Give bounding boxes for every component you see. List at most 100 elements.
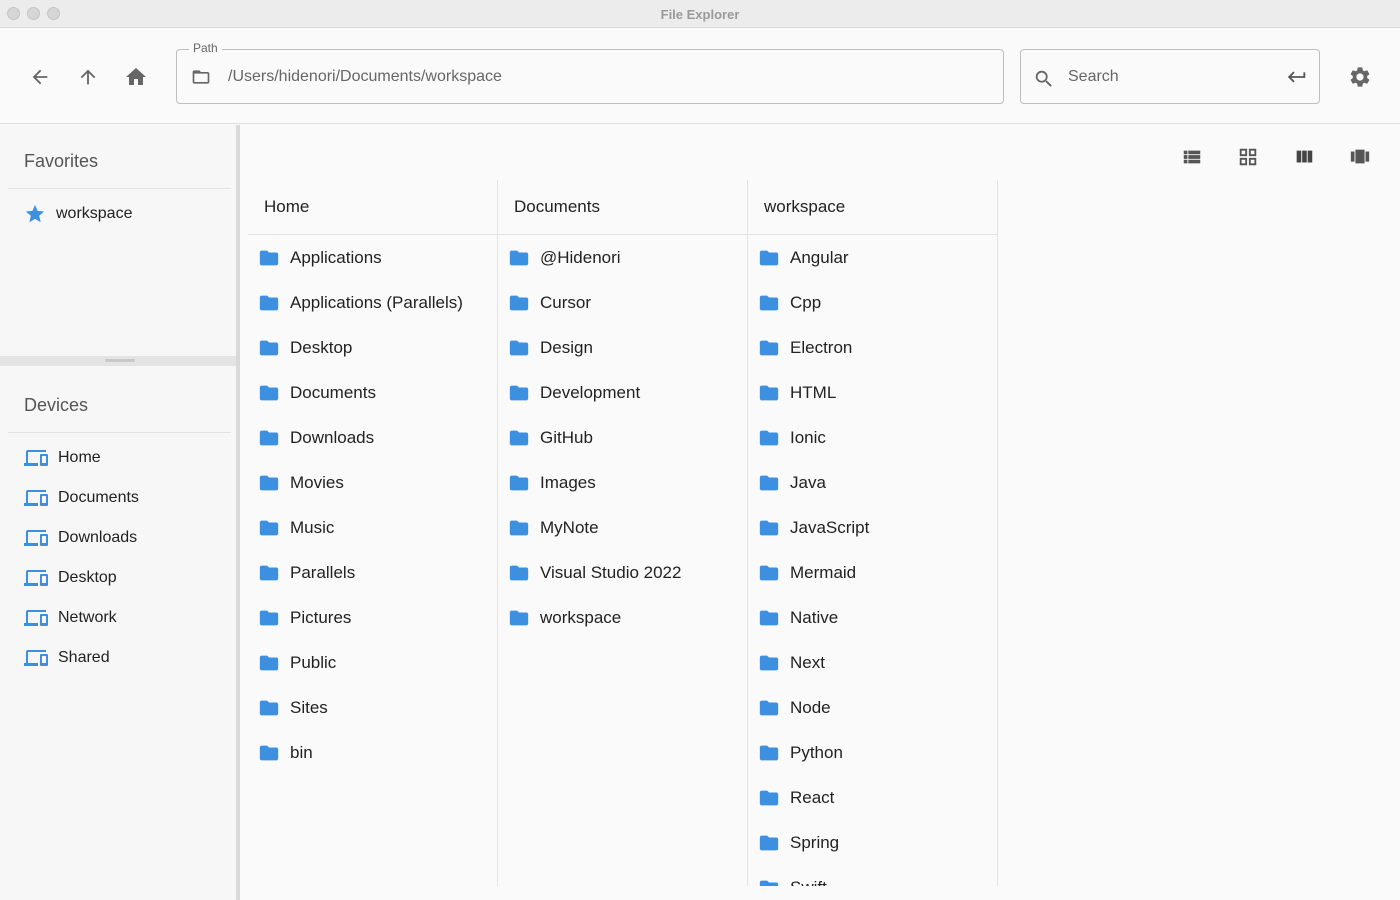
view-list-icon xyxy=(1183,150,1201,164)
folder-outline-icon xyxy=(190,67,212,92)
folder-name: Desktop xyxy=(290,337,353,357)
folder-item[interactable]: HTML xyxy=(748,370,997,415)
folder-item[interactable]: Cursor xyxy=(498,280,747,325)
home-button[interactable] xyxy=(120,61,152,93)
keyboard-return-icon[interactable] xyxy=(1286,66,1308,93)
folder-item[interactable]: Public xyxy=(248,640,497,685)
folder-item[interactable]: workspace xyxy=(498,595,747,640)
folder-item[interactable]: Desktop xyxy=(248,325,497,370)
folder-icon xyxy=(758,877,780,887)
folder-item[interactable]: Parallels xyxy=(248,550,497,595)
folder-item[interactable]: Sites xyxy=(248,685,497,730)
folder-icon xyxy=(258,652,280,674)
folder-item[interactable]: Next xyxy=(748,640,997,685)
folder-item[interactable]: Native xyxy=(748,595,997,640)
folder-icon xyxy=(508,247,530,269)
folder-name: HTML xyxy=(790,382,837,402)
folder-item[interactable]: Python xyxy=(748,730,997,775)
folder-item[interactable]: Downloads xyxy=(248,415,497,460)
folder-item[interactable]: Cpp xyxy=(748,280,997,325)
sidebar-split-handle[interactable] xyxy=(0,356,236,366)
device-item-label: Home xyxy=(58,449,101,466)
gallery-view-button[interactable] xyxy=(1348,145,1372,169)
search-field xyxy=(1020,49,1320,104)
grid-view-button[interactable] xyxy=(1236,145,1260,169)
folder-item[interactable]: Spring xyxy=(748,820,997,865)
folder-name: Spring xyxy=(790,832,840,852)
folder-item[interactable]: Movies xyxy=(248,460,497,505)
folder-name: Java xyxy=(790,472,826,492)
folder-item[interactable]: Swift xyxy=(748,865,997,886)
folder-icon xyxy=(258,292,280,314)
folder-item[interactable]: Documents xyxy=(248,370,497,415)
up-button[interactable] xyxy=(72,61,104,93)
folder-item[interactable]: Visual Studio 2022 xyxy=(498,550,747,595)
folder-item[interactable]: JavaScript xyxy=(748,505,997,550)
folder-item[interactable]: Development xyxy=(498,370,747,415)
folder-item[interactable]: React xyxy=(748,775,997,820)
device-item-shared[interactable]: Shared xyxy=(24,640,224,676)
device-item-network[interactable]: Network xyxy=(24,600,224,636)
folder-icon xyxy=(508,562,530,584)
folder-list: Angular Cpp Electron HTML Ionic Java JavaScrip… xyxy=(748,235,997,886)
device-item-label: Documents xyxy=(58,489,139,506)
folder-item[interactable]: Pictures xyxy=(248,595,497,640)
folder-item[interactable]: Node xyxy=(748,685,997,730)
folder-name: Public xyxy=(290,652,337,672)
path-input[interactable] xyxy=(228,64,988,90)
search-input[interactable] xyxy=(1068,64,1268,90)
device-item-label: Network xyxy=(58,609,117,626)
arrow-up-icon xyxy=(80,69,96,85)
home-icon xyxy=(126,68,146,85)
folder-icon xyxy=(758,472,780,494)
folder-item[interactable]: Mermaid xyxy=(748,550,997,595)
view-column-icon xyxy=(1296,150,1313,163)
folder-item[interactable]: Images xyxy=(498,460,747,505)
folder-item[interactable]: @Hidenori xyxy=(498,235,747,280)
folder-item[interactable]: Java xyxy=(748,460,997,505)
folder-item[interactable]: GitHub xyxy=(498,415,747,460)
folder-item[interactable]: Music xyxy=(248,505,497,550)
folder-name: Images xyxy=(540,472,596,492)
favorite-item-workspace[interactable]: workspace xyxy=(24,196,224,232)
device-item-desktop[interactable]: Desktop xyxy=(24,560,224,596)
device-item-home[interactable]: Home xyxy=(24,440,224,476)
device-item-label: Downloads xyxy=(58,529,138,546)
divider xyxy=(8,432,231,433)
folder-icon xyxy=(758,562,780,584)
arrow-back-icon xyxy=(32,69,48,85)
device-item-documents[interactable]: Documents xyxy=(24,480,224,516)
sidebar: Favorites workspace Devices Home Document… xyxy=(0,125,236,900)
folder-item[interactable]: MyNote xyxy=(498,505,747,550)
list-view-button[interactable] xyxy=(1180,145,1204,169)
folder-column-workspace: workspace Angular Cpp Electron HTML Ionic Java… xyxy=(748,180,998,886)
folder-item[interactable]: Electron xyxy=(748,325,997,370)
folder-icon xyxy=(258,562,280,584)
folder-item[interactable]: Applications (Parallels) xyxy=(248,280,497,325)
folder-name: Development xyxy=(540,382,641,402)
folder-name: Design xyxy=(540,337,593,357)
devices-title: Devices xyxy=(24,395,89,415)
folder-item[interactable]: Angular xyxy=(748,235,997,280)
folder-icon xyxy=(758,742,780,764)
folder-item[interactable]: Ionic xyxy=(748,415,997,460)
folder-name: Visual Studio 2022 xyxy=(540,562,682,582)
device-item-downloads[interactable]: Downloads xyxy=(24,520,224,556)
folder-icon xyxy=(508,517,530,539)
device-item-label: Desktop xyxy=(58,569,117,586)
folder-item[interactable]: Applications xyxy=(248,235,497,280)
folder-name: Downloads xyxy=(290,427,375,447)
folder-name: Pictures xyxy=(290,607,352,627)
path-field: Path xyxy=(176,41,1004,104)
folder-item[interactable]: Design xyxy=(498,325,747,370)
folder-name: Music xyxy=(290,517,335,537)
window-title: File Explorer xyxy=(660,7,740,22)
column-view-button[interactable] xyxy=(1292,145,1316,169)
folder-item[interactable]: bin xyxy=(248,730,497,775)
folder-icon xyxy=(758,427,780,449)
back-button[interactable] xyxy=(24,61,56,93)
settings-button[interactable] xyxy=(1344,61,1376,93)
view-grid-icon xyxy=(1239,148,1257,166)
folder-icon xyxy=(258,247,280,269)
folder-icon xyxy=(758,337,780,359)
